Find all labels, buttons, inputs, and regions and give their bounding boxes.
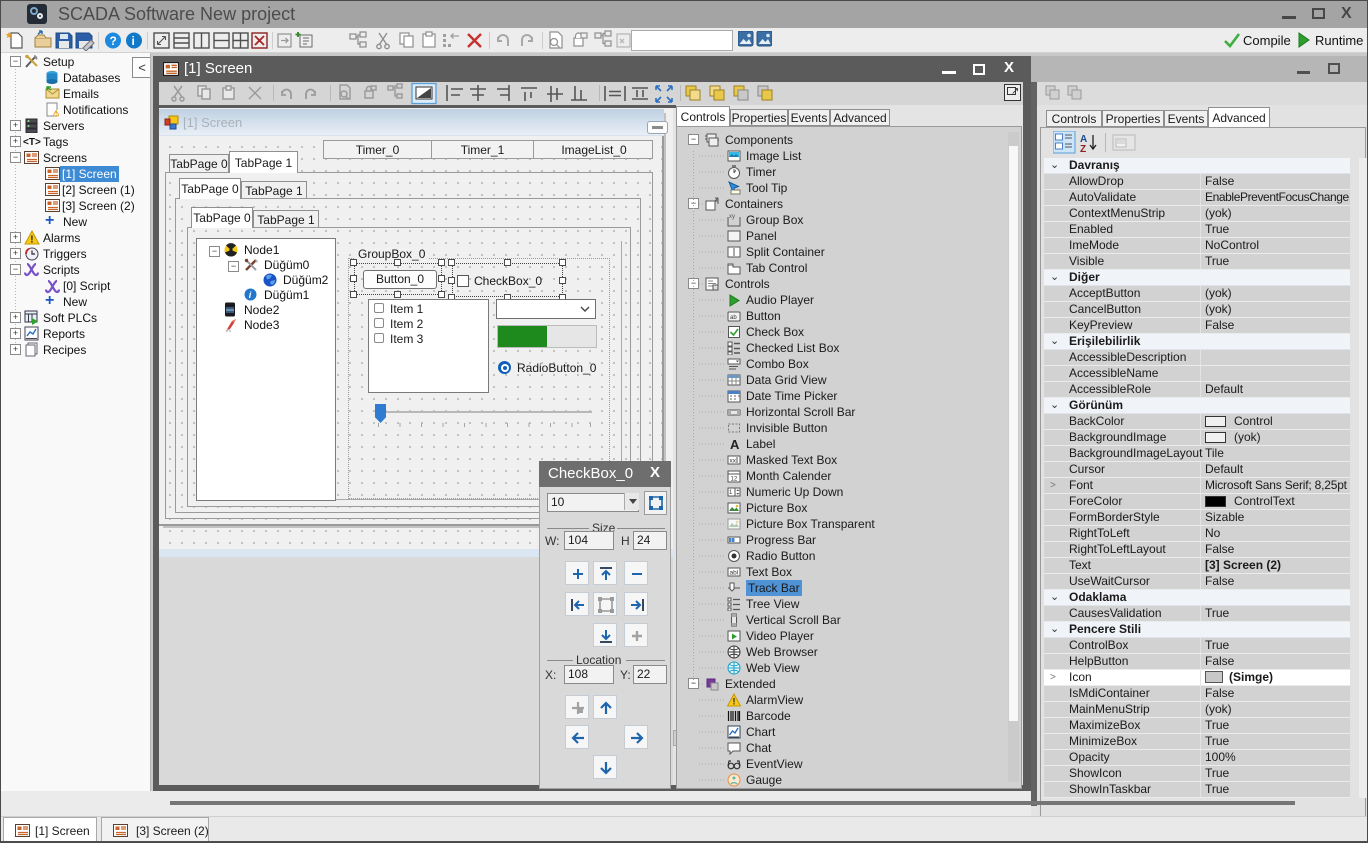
svg-text:Z: Z	[1080, 144, 1086, 155]
svg-text:?: ?	[110, 34, 117, 48]
svg-text:!: !	[30, 235, 33, 246]
svg-text:⚠: ⚠	[53, 109, 60, 117]
svg-text:i: i	[132, 34, 135, 48]
